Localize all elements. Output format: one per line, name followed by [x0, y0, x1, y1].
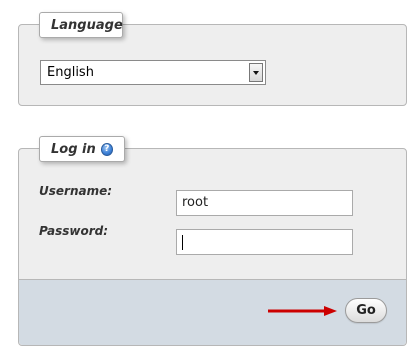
language-select[interactable]: English: [40, 60, 266, 85]
login-fieldset: Log in ? Username: root Password: Go: [18, 136, 407, 346]
username-input[interactable]: root: [176, 190, 353, 216]
arrow-right-icon: [268, 306, 337, 316]
language-legend-text: Language: [51, 17, 123, 33]
language-select-value: English: [47, 65, 94, 80]
login-legend: Log in ?: [39, 136, 125, 162]
text-cursor: [182, 235, 183, 250]
username-label: Username:: [39, 184, 113, 198]
password-input[interactable]: [176, 229, 353, 255]
language-fieldset: Language English: [18, 12, 407, 106]
help-circle-icon[interactable]: ?: [100, 142, 113, 156]
form-footer: Go: [19, 279, 406, 345]
go-button[interactable]: Go: [345, 298, 387, 323]
password-label: Password:: [39, 224, 109, 238]
login-page: Language English Log in ? Username: root…: [0, 0, 420, 354]
username-input-value: root: [182, 195, 209, 210]
language-legend: Language: [39, 12, 123, 38]
chevron-down-icon[interactable]: [249, 63, 263, 82]
login-legend-text: Log in: [51, 141, 96, 157]
